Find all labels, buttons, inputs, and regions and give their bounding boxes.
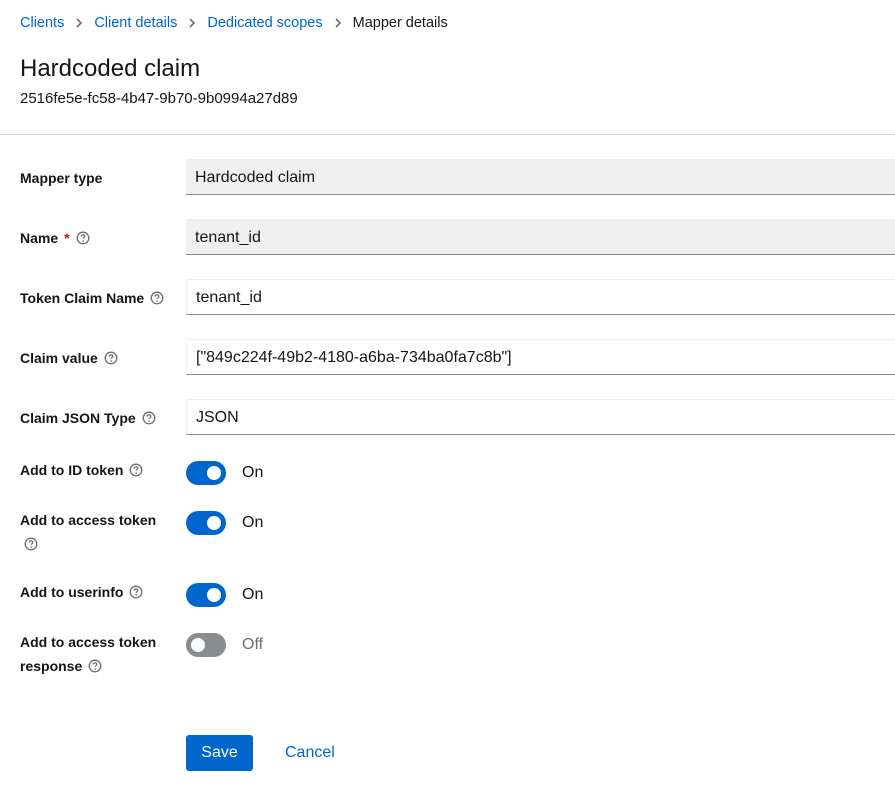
chevron-right-icon bbox=[334, 18, 342, 28]
add-to-access-token-response-toggle[interactable] bbox=[186, 633, 226, 657]
toggle-knob bbox=[207, 516, 221, 530]
add-to-userinfo-label: Add to userinfo bbox=[20, 580, 143, 604]
add-to-access-token-response-label: Add to access token bbox=[20, 630, 156, 654]
token-claim-name-label: Token Claim Name bbox=[20, 286, 164, 310]
help-icon[interactable] bbox=[150, 291, 164, 305]
token-claim-name-label-text: Token Claim Name bbox=[20, 290, 145, 306]
claim-json-type-label-text: Claim JSON Type bbox=[20, 410, 136, 426]
mapper-id: 2516fe5e-fc58-4b47-9b70-9b0994a27d89 bbox=[20, 90, 298, 107]
mapper-type-label-text: Mapper type bbox=[20, 170, 103, 186]
toggle-knob bbox=[191, 638, 205, 652]
add-to-access-token-response-label-text: Add to access token bbox=[20, 634, 157, 650]
required-indicator: * bbox=[64, 230, 70, 246]
add-to-id-token-toggle[interactable] bbox=[186, 461, 226, 485]
breadcrumb-dedicated-scopes[interactable]: Dedicated scopes bbox=[207, 15, 322, 31]
help-icon[interactable] bbox=[142, 411, 156, 425]
help-icon[interactable] bbox=[24, 537, 38, 551]
breadcrumb: Clients Client details Dedicated scopes … bbox=[20, 14, 448, 32]
add-to-id-token-label: Add to ID token bbox=[20, 458, 143, 482]
help-icon[interactable] bbox=[104, 351, 118, 365]
add-to-access-token-toggle[interactable] bbox=[186, 511, 226, 535]
add-to-userinfo-toggle[interactable] bbox=[186, 583, 226, 607]
add-to-userinfo-label-text: Add to userinfo bbox=[20, 584, 124, 600]
breadcrumb-clients[interactable]: Clients bbox=[20, 15, 64, 31]
claim-json-type-label: Claim JSON Type bbox=[20, 406, 156, 430]
claim-value-label-text: Claim value bbox=[20, 350, 98, 366]
help-icon[interactable] bbox=[88, 659, 102, 673]
name-label: Name * bbox=[20, 226, 90, 250]
add-to-access-token-response-label-text-2: response bbox=[20, 658, 83, 674]
claim-json-type-select[interactable]: JSON bbox=[186, 399, 895, 435]
header-divider bbox=[0, 134, 895, 135]
mapper-type-label: Mapper type bbox=[20, 166, 102, 190]
add-to-access-token-response-state: Off bbox=[242, 636, 264, 653]
token-claim-name-input[interactable]: tenant_id bbox=[186, 279, 895, 315]
chevron-right-icon bbox=[188, 18, 196, 28]
name-label-text: Name bbox=[20, 230, 59, 246]
toggle-knob bbox=[207, 588, 221, 602]
add-to-access-token-help bbox=[20, 532, 38, 556]
cancel-button[interactable]: Cancel bbox=[272, 735, 348, 771]
add-to-id-token-label-text: Add to ID token bbox=[20, 462, 124, 478]
page-title: Hardcoded claim bbox=[20, 55, 201, 82]
breadcrumb-client-details[interactable]: Client details bbox=[94, 15, 177, 31]
toggle-knob bbox=[207, 466, 221, 480]
add-to-access-token-response-label-line2: response bbox=[20, 654, 102, 678]
breadcrumb-mapper-details: Mapper details bbox=[352, 15, 448, 31]
claim-value-label: Claim value bbox=[20, 346, 118, 370]
add-to-access-token-label: Add to access token bbox=[20, 508, 156, 532]
add-to-access-token-state: On bbox=[242, 514, 264, 531]
claim-value-input[interactable]: ["849c224f-49b2-4180-a6ba-734ba0fa7c8b"] bbox=[186, 339, 895, 375]
mapper-type-field: Hardcoded claim bbox=[186, 159, 895, 195]
help-icon[interactable] bbox=[129, 463, 143, 477]
help-icon[interactable] bbox=[129, 585, 143, 599]
name-field: tenant_id bbox=[186, 219, 895, 255]
help-icon[interactable] bbox=[76, 231, 90, 245]
chevron-right-icon bbox=[75, 18, 83, 28]
add-to-access-token-label-text: Add to access token bbox=[20, 512, 157, 528]
add-to-id-token-state: On bbox=[242, 464, 264, 481]
add-to-userinfo-state: On bbox=[242, 586, 264, 603]
save-button[interactable]: Save bbox=[186, 735, 253, 771]
